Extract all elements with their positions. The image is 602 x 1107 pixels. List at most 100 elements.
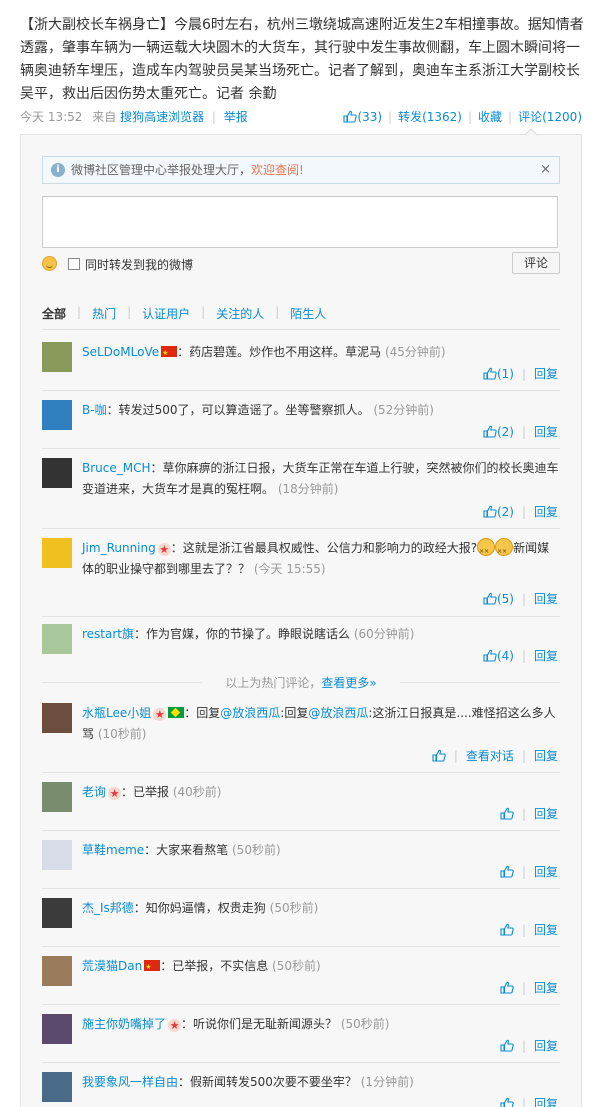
notice-link[interactable]: 欢迎查阅!: [251, 163, 304, 177]
avatar[interactable]: [42, 458, 72, 488]
post-time[interactable]: 今天 13:52: [20, 110, 82, 124]
thumb-up-icon: [483, 425, 497, 438]
avatar[interactable]: [42, 342, 72, 372]
comment-username[interactable]: Jim_Running: [82, 541, 156, 555]
comment-like-button[interactable]: [500, 807, 514, 821]
emoji-icon[interactable]: [42, 256, 57, 271]
comment-time: (40秒前): [172, 785, 222, 799]
reply-button[interactable]: 回复: [534, 590, 558, 607]
report-link[interactable]: 举报: [224, 110, 248, 124]
reply-button[interactable]: 回复: [534, 647, 558, 664]
mention-link[interactable]: @放浪西瓜: [308, 706, 368, 720]
post-source[interactable]: 搜狗高速浏览器: [120, 110, 204, 124]
comment-actions: (1) | 回复: [483, 365, 558, 382]
reply-button[interactable]: 回复: [534, 921, 558, 938]
comment-button[interactable]: 评论(1200): [518, 108, 582, 125]
repost-button[interactable]: 转发(1362): [398, 108, 462, 125]
reply-button[interactable]: 回复: [534, 747, 558, 764]
comment-actions: (5) | 回复: [483, 590, 558, 607]
avatar[interactable]: [42, 624, 72, 654]
action-divider: |: [467, 109, 473, 124]
comment-like-button[interactable]: (1): [483, 367, 514, 381]
reply-button[interactable]: 回复: [534, 503, 558, 520]
filter-hot[interactable]: 热门: [92, 305, 116, 322]
comment-username[interactable]: SeLDoMLoVe: [82, 345, 159, 359]
comment-username[interactable]: 草鞋meme: [82, 843, 144, 857]
comment-username[interactable]: 水瓶Lee小姐: [82, 706, 151, 720]
comment-like-button[interactable]: [500, 923, 514, 937]
favorite-button[interactable]: 收藏: [478, 108, 502, 125]
comment-like-button[interactable]: [500, 981, 514, 995]
action-divider: |: [521, 864, 526, 879]
comment-like-button[interactable]: [432, 749, 446, 763]
divider: [42, 616, 560, 617]
reply-button[interactable]: 回复: [534, 365, 558, 382]
submit-comment-button[interactable]: 评论: [512, 252, 560, 274]
filter-all[interactable]: 全部: [42, 305, 66, 322]
comment-text: ：作为官媒，你的节操了。睁眼说瞎话么: [134, 627, 351, 641]
comment-like-button[interactable]: [500, 1097, 514, 1107]
comment-time: (今天 15:55): [253, 562, 326, 576]
comment-text: ：听说你们是无耻新闻源头？: [181, 1017, 338, 1031]
comment-body: 水瓶Lee小姐 ★ ：回复@放浪西瓜:回复@放浪西瓜:这浙江日报真是....难怪招这…: [82, 703, 560, 745]
mention-link[interactable]: @放浪西瓜: [220, 706, 280, 720]
comment-input[interactable]: [42, 196, 558, 248]
comment-like-button[interactable]: (2): [483, 425, 514, 439]
avatar[interactable]: [42, 703, 72, 733]
member-star-icon[interactable]: ★: [157, 543, 171, 556]
comment-text: ：已举报，不实信息: [160, 959, 269, 973]
divider: [42, 390, 560, 391]
comment-time: (50秒前): [232, 843, 281, 857]
comment-username[interactable]: 荒漠猫Dan: [82, 959, 142, 973]
filter-following[interactable]: 关注的人: [216, 305, 264, 322]
member-star-icon[interactable]: ★: [168, 1019, 182, 1032]
filter-verified[interactable]: 认证用户: [142, 305, 190, 322]
comment-actions: (2) | 回复: [483, 423, 558, 440]
close-icon[interactable]: ×: [540, 157, 551, 183]
comment-actions: | 回复: [500, 1037, 558, 1054]
avatar[interactable]: [42, 956, 72, 986]
comment-like-count: (4): [496, 648, 514, 663]
action-divider: |: [521, 748, 526, 763]
comment-username[interactable]: 施主你奶嘴掉了: [82, 1017, 166, 1031]
comment-body: restart旗：作为官媒，你的节操了。睁眼说瞎话么 (60分钟前): [82, 624, 560, 645]
avatar[interactable]: [42, 782, 72, 812]
comment-like-button[interactable]: [500, 865, 514, 879]
action-divider: |: [521, 806, 526, 821]
view-conversation-link[interactable]: 查看对话: [466, 747, 514, 764]
comment-username[interactable]: B-咖: [82, 403, 107, 417]
comment-like-button[interactable]: [500, 1039, 514, 1053]
thumb-up-icon: [432, 749, 446, 762]
comment-username[interactable]: Bruce_MCH: [82, 461, 151, 475]
avatar[interactable]: [42, 1072, 72, 1102]
thumb-up-icon: [500, 923, 514, 936]
avatar[interactable]: [42, 1014, 72, 1044]
thumb-up-icon: [500, 1039, 514, 1052]
like-button[interactable]: (33): [343, 110, 382, 124]
comment-username[interactable]: restart旗: [82, 627, 134, 641]
avatar[interactable]: [42, 400, 72, 430]
comment-time: (52分钟前): [373, 403, 434, 417]
member-star-icon[interactable]: ★: [153, 708, 167, 721]
comment-username[interactable]: 我要象风一样自由: [82, 1075, 178, 1089]
avatar[interactable]: [42, 898, 72, 928]
view-more-link[interactable]: 查看更多»: [321, 676, 376, 690]
comment-like-button[interactable]: (5): [483, 592, 514, 606]
comment-username[interactable]: 老询: [82, 785, 106, 799]
avatar[interactable]: [42, 840, 72, 870]
reply-button[interactable]: 回复: [534, 805, 558, 822]
reply-button[interactable]: 回复: [534, 423, 558, 440]
comment-like-button[interactable]: (2): [483, 505, 514, 519]
thumb-up-icon: [500, 865, 514, 878]
filter-strangers[interactable]: 陌生人: [290, 305, 326, 322]
action-divider: |: [521, 980, 526, 995]
avatar[interactable]: [42, 538, 72, 568]
comment-like-button[interactable]: (4): [483, 649, 514, 663]
reply-button[interactable]: 回复: [534, 979, 558, 996]
reply-button[interactable]: 回复: [534, 863, 558, 880]
member-star-icon[interactable]: ★: [108, 787, 122, 800]
repost-checkbox[interactable]: [68, 258, 80, 270]
reply-button[interactable]: 回复: [534, 1037, 558, 1054]
reply-button[interactable]: 回复: [534, 1095, 558, 1107]
comment-username[interactable]: 杰_Is邦德: [82, 901, 134, 915]
